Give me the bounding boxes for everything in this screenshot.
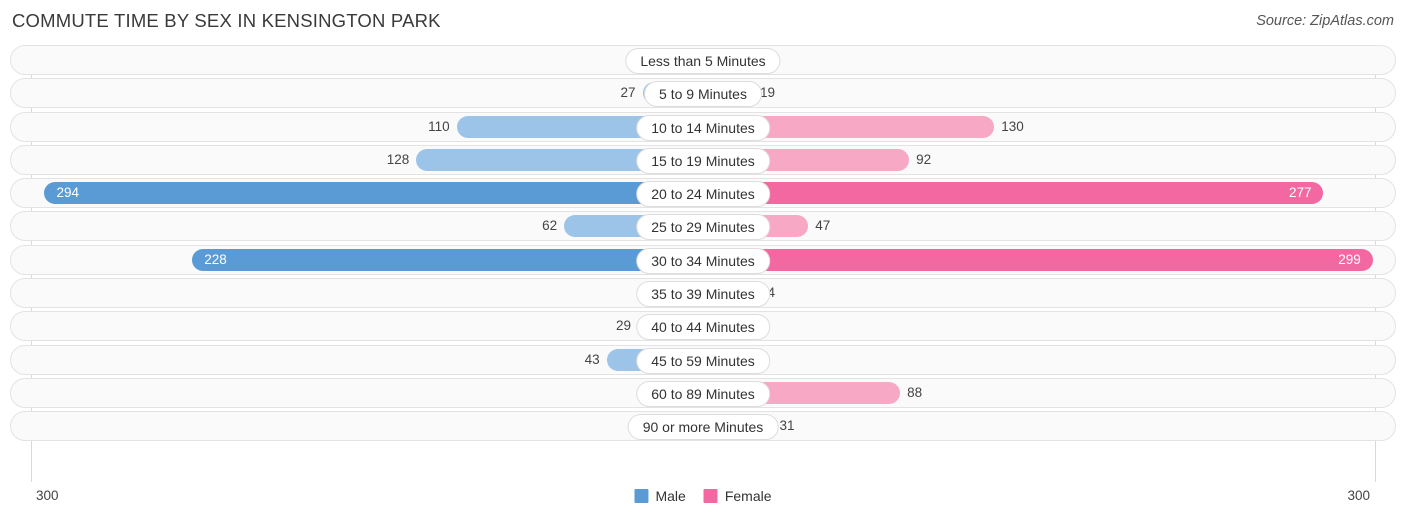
chart-row[interactable]: 128 92 15 to 19 Minutes	[10, 144, 1396, 175]
male-value-label: 128	[386, 151, 410, 167]
female-value-label: 47	[815, 218, 831, 234]
chart-header: COMMUTE TIME BY SEX IN KENSINGTON PARK S…	[0, 0, 1406, 42]
axis-label-left: 300	[36, 488, 59, 503]
chart-row[interactable]: 08860 to 89 Minutes	[10, 377, 1396, 408]
female-bar[interactable]	[703, 248, 1373, 271]
male-value-label: 294	[56, 185, 79, 201]
male-value-label: 29	[616, 318, 632, 334]
female-value-label: 130	[1001, 118, 1024, 134]
category-label-pill: 30 to 34 Minutes	[636, 247, 770, 274]
category-label-pill: 60 to 89 Minutes	[636, 380, 770, 407]
male-bar[interactable]	[44, 182, 703, 205]
chart-row[interactable]: 03190 or more Minutes	[10, 411, 1396, 442]
category-label-pill: Less than 5 Minutes	[625, 48, 781, 74]
page-title: COMMUTE TIME BY SEX IN KENSINGTON PARK	[12, 10, 441, 31]
chart-row[interactable]: 01435 to 39 Minutes	[10, 278, 1396, 309]
chart-row[interactable]: 27 19 5 to 9 Minutes	[10, 78, 1396, 109]
chart-row[interactable]: 110 130 10 to 14 Minutes	[10, 111, 1396, 142]
chart-row[interactable]: 228 299 30 to 34 Minutes	[10, 244, 1396, 275]
category-label-pill: 15 to 19 Minutes	[636, 147, 770, 174]
chart-row[interactable]: 294 277 20 to 24 Minutes	[10, 178, 1396, 209]
legend-item-male[interactable]: Male	[634, 488, 686, 504]
female-value-label: 31	[779, 418, 795, 434]
chart-legend: Male Female	[634, 488, 772, 504]
chart-footer: 300 Male Female 300	[0, 482, 1406, 523]
female-bar[interactable]	[703, 182, 1324, 205]
chart-row[interactable]: 43745 to 59 Minutes	[10, 344, 1396, 375]
category-label-pill: 10 to 14 Minutes	[636, 114, 770, 141]
female-value-label: 277	[1288, 185, 1312, 201]
legend-item-female[interactable]: Female	[703, 488, 772, 504]
category-label-pill: 90 or more Minutes	[627, 414, 779, 441]
legend-label-female: Female	[724, 488, 772, 504]
category-label-pill: 45 to 59 Minutes	[636, 347, 770, 374]
chart-plot-area: 46Less than 5 Minutes 27 195 to 9 Minutes 1…	[0, 42, 1406, 482]
axis-label-right: 300	[1347, 488, 1370, 503]
male-value-label: 27	[620, 85, 636, 101]
female-value-label: 299	[1338, 251, 1361, 267]
female-color-swatch-icon	[703, 489, 718, 503]
chart-row[interactable]: 62 47 25 to 29 Minutes	[10, 211, 1396, 242]
category-label-pill: 25 to 29 Minutes	[636, 214, 770, 241]
male-value-label: 43	[584, 351, 600, 367]
category-label-pill: 5 to 9 Minutes	[644, 81, 762, 108]
legend-label-male: Male	[655, 488, 686, 504]
chart-row[interactable]: 46Less than 5 Minutes	[10, 45, 1396, 75]
source-attribution: Source: ZipAtlas.com	[1256, 13, 1394, 29]
female-value-label: 19	[760, 85, 776, 101]
male-value-label: 228	[204, 251, 227, 267]
category-label-pill: 40 to 44 Minutes	[636, 314, 770, 341]
chart-rows: 46Less than 5 Minutes 27 195 to 9 Minutes 1…	[0, 42, 1406, 445]
male-bar[interactable]	[192, 248, 703, 271]
male-value-label: 62	[542, 218, 558, 234]
male-value-label: 110	[428, 118, 450, 134]
category-label-pill: 35 to 39 Minutes	[636, 281, 770, 308]
chart-row[interactable]: 29040 to 44 Minutes	[10, 311, 1396, 342]
female-value-label: 88	[907, 384, 923, 400]
category-label-pill: 20 to 24 Minutes	[636, 181, 770, 208]
male-color-swatch-icon	[634, 489, 649, 503]
female-value-label: 92	[916, 151, 932, 167]
